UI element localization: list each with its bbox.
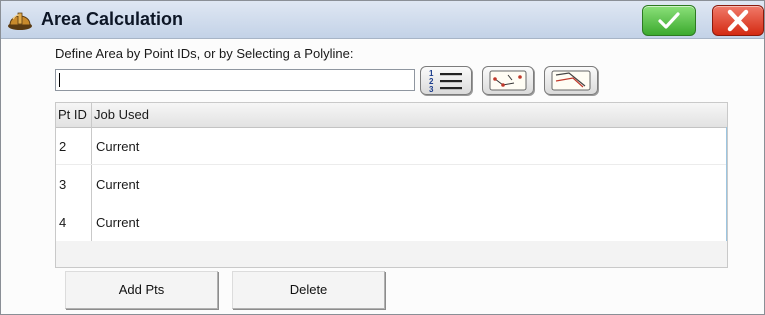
cell-pt-id: 4 bbox=[59, 215, 67, 230]
cell-job-used: Current bbox=[96, 215, 140, 230]
points-table: Pt ID Job Used 2 Current 3 Current 4 Cur… bbox=[55, 102, 728, 268]
table-row[interactable]: 3 Current bbox=[56, 166, 726, 204]
define-area-prompt: Define Area by Point IDs, or by Selectin… bbox=[55, 46, 354, 61]
hard-hat-icon bbox=[8, 12, 32, 30]
ok-button[interactable] bbox=[642, 5, 696, 36]
row-divider bbox=[56, 164, 726, 165]
checkmark-icon bbox=[658, 12, 680, 29]
cell-job-used: Current bbox=[96, 139, 140, 154]
cell-job-used: Current bbox=[96, 177, 140, 192]
close-button[interactable] bbox=[712, 5, 764, 36]
text-caret bbox=[59, 73, 60, 87]
select-polyline-icon bbox=[551, 70, 591, 91]
point-ids-input[interactable] bbox=[55, 69, 415, 91]
column-header-job-used[interactable]: Job Used bbox=[94, 107, 149, 122]
table-row[interactable]: 2 Current bbox=[56, 128, 726, 166]
table-row[interactable]: 4 Current bbox=[56, 204, 726, 242]
table-empty-area bbox=[56, 241, 727, 267]
title-bar: Area Calculation bbox=[1, 1, 764, 39]
svg-text:3: 3 bbox=[429, 85, 434, 94]
numbered-list-icon: 1 2 3 bbox=[429, 69, 462, 94]
cell-pt-id: 3 bbox=[59, 177, 67, 192]
scrollbar-track[interactable] bbox=[726, 127, 727, 241]
column-header-pt-id[interactable]: Pt ID bbox=[58, 107, 87, 122]
select-points-icon bbox=[489, 70, 527, 91]
point-list-button[interactable]: 1 2 3 bbox=[420, 66, 472, 95]
select-points-button[interactable] bbox=[482, 66, 534, 95]
cell-pt-id: 2 bbox=[59, 139, 67, 154]
close-icon bbox=[727, 9, 749, 32]
window-title: Area Calculation bbox=[41, 9, 184, 29]
table-header: Pt ID Job Used bbox=[56, 103, 727, 128]
area-calculation-window: Area Calculation Define Area by Point ID… bbox=[0, 0, 765, 315]
select-polyline-button[interactable] bbox=[544, 66, 598, 95]
add-pts-button[interactable]: Add Pts bbox=[65, 271, 218, 309]
delete-button[interactable]: Delete bbox=[232, 271, 385, 309]
